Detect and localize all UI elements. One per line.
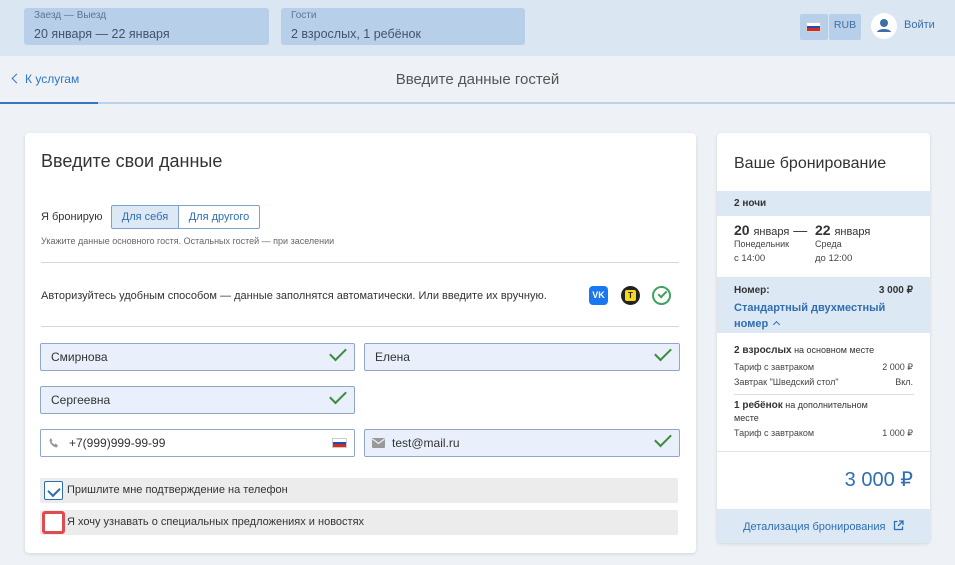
last-name-input[interactable]: Смирнова [40,343,355,371]
sub-header: К услугам Введите данные гостей [0,56,955,104]
checkin-weekday: Понедельник [734,239,790,249]
checkout-time: до 12:00 [815,253,853,264]
russian-flag-icon[interactable] [332,438,347,448]
room-label: Номер: [734,285,770,296]
nights-row: 2 ночи [717,191,930,216]
first-name-input[interactable]: Елена [364,343,680,371]
login-link[interactable]: Войти [904,19,935,31]
adults-bold: 2 взрослых [734,345,792,356]
total-price: 3 000 ₽ [844,469,913,491]
mail-icon [372,438,385,448]
valid-check-icon [329,343,347,362]
details-link[interactable]: Детализация бронирования [717,509,930,543]
valid-check-icon [654,429,672,448]
email-value: test@mail.ru [392,436,460,450]
divider [41,326,679,327]
page-title: Введите данные гостей [395,71,560,88]
dates-dash: — [793,222,808,238]
checkmark-icon [47,483,61,498]
dates-line: 20 января — [734,222,807,238]
phone-confirmation-label: Пришлите мне подтверждение на телефон [67,484,288,496]
newsletter-label: Я хочу узнавать о специальных предложени… [67,516,365,528]
middle-name-value: Сергеевна [51,393,111,407]
details-label: Детализация бронирования [743,521,886,533]
breakfast-label: Завтрак "Шведский стол" [734,377,839,387]
first-name-value: Елена [375,350,410,364]
adults-rest: на основном месте [791,345,875,355]
form-title: Введите свои данные [41,151,223,171]
tariff1-price: 2 000 ₽ [882,362,913,372]
gosuslugi-icon[interactable] [652,286,671,305]
tariff2-price: 1 000 ₽ [882,428,913,438]
tariff1-label: Тариф с завтраком [734,362,815,372]
checkout-day: 22 [815,222,831,238]
room-block: Номер: 3 000 ₽ Стандартный двухместный н… [717,277,930,333]
phone-icon [49,438,58,448]
last-name-value: Смирнова [51,350,108,364]
guests-label: Гости [291,10,317,21]
phone-confirmation-checkbox[interactable] [44,481,63,500]
user-avatar-icon[interactable] [871,13,897,39]
phone-value: +7(999)999-99-99 [69,436,166,450]
valid-check-icon [654,343,672,362]
middle-name-input[interactable]: Сергеевна [40,386,355,414]
divider [717,451,930,452]
phone-confirmation-row[interactable]: Пришлите мне подтверждение на телефон [40,478,678,503]
option-self-button[interactable]: Для себя [111,205,179,229]
checkout-line: 22 января [815,222,870,238]
child-line: 1 ребёнок на дополнительном месте [734,399,904,425]
vk-icon[interactable]: VK [589,286,608,305]
newsletter-row[interactable]: Я хочу узнавать о специальных предложени… [40,510,678,535]
option-other-button[interactable]: Для другого [178,205,260,229]
divider [41,262,679,263]
adults-line: 2 взрослых на основном месте [734,345,874,356]
russian-flag-icon [806,22,821,32]
currency-button[interactable]: RUB [829,14,861,40]
checkin-time: с 14:00 [734,253,766,264]
back-underline [0,102,98,104]
form-hint: Укажите данные основного гостя. Остальны… [41,236,335,246]
valid-check-icon [329,386,347,405]
guests-field[interactable]: Гости 2 взрослых, 1 ребёнок [281,8,525,45]
external-link-icon [893,520,904,531]
chevron-up-icon [773,320,781,329]
newsletter-checkbox[interactable] [42,511,65,534]
dates-field[interactable]: Заезд — Выезд 20 января — 22 января [24,8,269,45]
room-name-line2: номер [734,318,769,330]
child-bold: 1 ребёнок [734,400,783,411]
booking-summary-card: Ваше бронирование 2 ночи 20 января — 22 … [717,133,930,543]
tinkoff-icon[interactable]: Т [621,286,640,305]
dates-label: Заезд — Выезд [34,10,107,21]
tariff2-label: Тариф с завтраком [734,428,815,438]
checkout-weekday: Среда [815,239,842,249]
room-name-link[interactable]: Стандартный двухместный номер [734,300,885,332]
breakfast-value: Вкл. [895,377,913,387]
checkin-month: января [753,226,790,238]
language-button[interactable] [800,14,828,40]
child-rest: на дополнительном [782,400,868,410]
room-price: 3 000 ₽ [878,285,913,296]
auth-text: Авторизуйтесь удобным способом — данные … [41,290,547,302]
email-input[interactable]: test@mail.ru [364,429,680,457]
phone-input[interactable]: +7(999)999-99-99 [40,429,355,457]
dates-value: 20 января — 22 января [34,27,170,41]
checkin-day: 20 [734,222,750,238]
guests-value: 2 взрослых, 1 ребёнок [291,27,421,41]
booking-for-label: Я бронирую [41,211,103,223]
divider [734,394,914,395]
room-name-line1: Стандартный двухместный [734,302,886,314]
checkout-month: января [834,226,871,238]
nights-value: 2 ночи [734,198,767,209]
tinkoff-icon-glyph: Т [625,290,636,301]
top-bar: Заезд — Выезд 20 января — 22 января Гост… [0,0,955,56]
summary-title: Ваше бронирование [734,155,887,172]
child-rest2: месте [734,413,759,423]
